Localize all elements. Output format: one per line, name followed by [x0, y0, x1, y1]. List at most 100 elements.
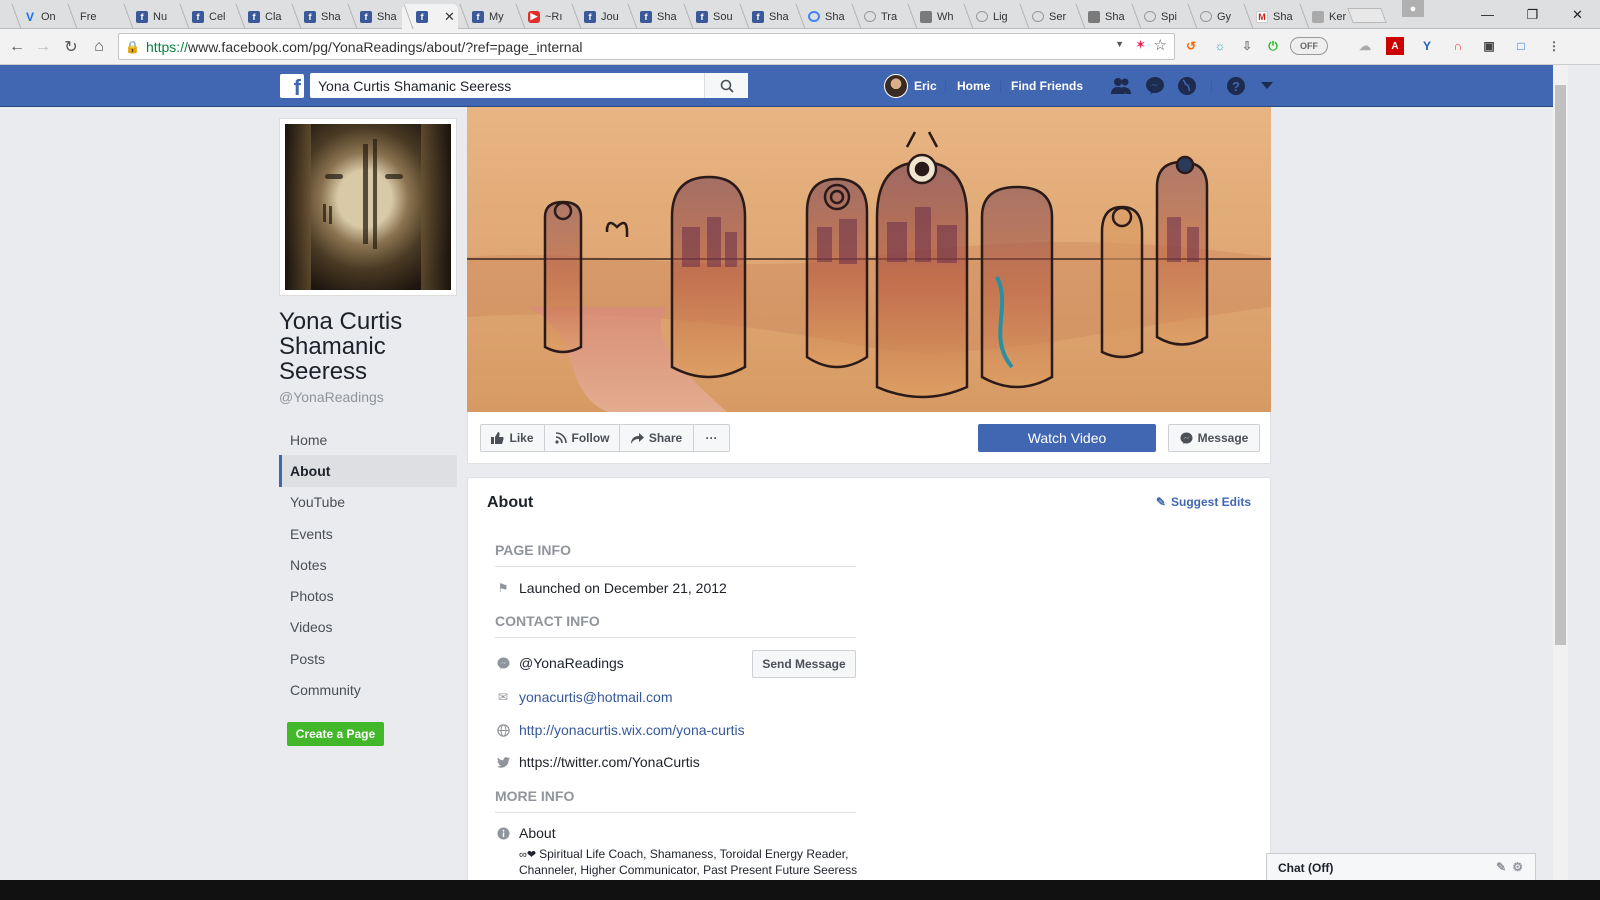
sidebar-item-community[interactable]: Community — [279, 674, 457, 705]
cast-icon[interactable]: ▣ — [1480, 37, 1498, 55]
browser-tab[interactable]: f Cel — [178, 4, 234, 29]
restore-button[interactable]: ❐ — [1510, 0, 1555, 29]
email-row: ✉ yonacurtis@hotmail.com — [495, 689, 673, 705]
browser-tab[interactable]: f Sou — [682, 4, 738, 29]
messenger-icon[interactable] — [1144, 76, 1166, 96]
tab-favicon-icon: f — [640, 10, 652, 23]
minimize-button[interactable]: — — [1465, 0, 1510, 29]
nav-home-link[interactable]: Home — [957, 65, 990, 107]
tab-favicon-icon: f — [584, 10, 596, 23]
browser-tab[interactable]: f Sha — [626, 4, 682, 29]
nav-find-friends-link[interactable]: Find Friends — [1011, 65, 1083, 107]
browser-tab[interactable]: Ker — [1298, 4, 1354, 29]
new-tab-button[interactable] — [1347, 8, 1387, 23]
browser-tab[interactable]: M Sha — [1242, 4, 1298, 29]
sidebar-item-youtube[interactable]: YouTube — [279, 487, 457, 518]
page-title[interactable]: Yona Curtis Shamanic Seeress — [279, 309, 459, 384]
cover-photo[interactable] — [467, 107, 1271, 412]
extension-orange-icon[interactable]: ↺ — [1182, 37, 1200, 55]
browser-tab[interactable]: f Sha — [738, 4, 794, 29]
forward-icon[interactable]: → — [33, 37, 53, 57]
facebook-logo-icon[interactable]: f — [280, 74, 304, 99]
suggest-edits-label: Suggest Edits — [1170, 495, 1251, 509]
browser-tab[interactable]: f Sha — [346, 4, 402, 29]
extension-y-icon[interactable]: Y — [1418, 37, 1436, 55]
url-scheme: https:// — [145, 38, 188, 55]
scrollbar-thumb[interactable] — [1555, 85, 1566, 645]
help-icon[interactable]: ? — [1225, 76, 1247, 96]
chat-sidebar-tab[interactable]: Chat (Off) ✎ ⚙ — [1266, 853, 1536, 881]
extension-square-icon[interactable]: □ — [1512, 37, 1530, 55]
browser-tab[interactable]: Lig — [962, 4, 1018, 29]
browser-tab[interactable]: f Cla — [234, 4, 290, 29]
close-window-button[interactable]: ✕ — [1555, 0, 1600, 29]
browser-tab[interactable]: Sha — [1074, 4, 1130, 29]
sidebar-item-notes[interactable]: Notes — [279, 549, 457, 580]
tab-title: My — [489, 10, 504, 23]
bookmark-star-icon[interactable]: ☆ — [1154, 36, 1167, 54]
sidebar-item-videos[interactable]: Videos — [279, 612, 457, 643]
sidebar-item-home[interactable]: Home — [279, 424, 457, 455]
website-link[interactable]: http://yonacurtis.wix.com/yona-curtis — [519, 722, 745, 738]
browser-tab[interactable]: Spi — [1130, 4, 1186, 29]
address-bar[interactable]: 🔒 https://www.facebook.com/pg/YonaReadin… — [118, 33, 1175, 60]
new-message-icon[interactable]: ✎ — [1496, 860, 1506, 874]
page-scrollbar[interactable] — [1553, 65, 1568, 900]
account-menu-chevron-down-icon[interactable] — [1256, 76, 1278, 96]
twitter-link[interactable]: https://twitter.com/YonaCurtis — [519, 754, 700, 770]
friend-requests-icon[interactable] — [1110, 76, 1132, 96]
sidebar-item-events[interactable]: Events — [279, 518, 457, 549]
send-message-button[interactable]: Send Message — [752, 650, 856, 678]
browser-tab[interactable]: Fre — [66, 4, 122, 29]
sidebar-item-posts[interactable]: Posts — [279, 643, 457, 674]
sidebar-item-about[interactable]: About — [279, 455, 457, 487]
browser-tab[interactable]: Wh — [906, 4, 962, 29]
browser-tab[interactable]: f ✕ — [402, 4, 458, 29]
email-link[interactable]: yonacurtis@hotmail.com — [519, 689, 673, 705]
browser-tab[interactable]: Tra — [850, 4, 906, 29]
browser-tab[interactable]: Ser — [1018, 4, 1074, 29]
share-arrow-icon — [630, 432, 644, 444]
download-icon[interactable]: ⇩ — [1238, 37, 1256, 55]
page-profile-picture[interactable] — [279, 118, 457, 296]
thumbs-up-icon — [491, 432, 505, 444]
browser-tab[interactable]: f My — [458, 4, 514, 29]
browser-tab[interactable]: ▶ ~Rı — [514, 4, 570, 29]
search-button[interactable] — [704, 73, 748, 98]
suggest-edits-link[interactable]: ✎ Suggest Edits — [1156, 495, 1251, 509]
tab-title: Sha — [657, 10, 677, 23]
browser-tab[interactable]: f Jou — [570, 4, 626, 29]
message-button[interactable]: Message — [1168, 424, 1260, 452]
create-page-button[interactable]: Create a Page — [287, 722, 384, 746]
dropdown-arrow-icon[interactable]: ▼ — [1115, 39, 1124, 49]
like-button[interactable]: Like — [480, 424, 545, 452]
back-icon[interactable]: ← — [7, 37, 27, 57]
browser-profile-icon[interactable]: ● — [1402, 0, 1424, 17]
power-icon[interactable]: ⏻ — [1264, 37, 1282, 55]
extension-pin-icon[interactable]: ✶ — [1135, 37, 1146, 53]
magnet-icon[interactable]: ∩ — [1449, 37, 1467, 55]
browser-tab[interactable]: f Nu — [122, 4, 178, 29]
tab-title: Sha — [1273, 10, 1293, 23]
watch-video-button[interactable]: Watch Video — [978, 424, 1156, 452]
menu-icon[interactable]: ⋮ — [1545, 37, 1563, 55]
browser-tab[interactable]: V On — [10, 4, 66, 29]
share-button[interactable]: Share — [619, 424, 694, 452]
search-input[interactable] — [310, 74, 704, 97]
follow-button[interactable]: Follow — [544, 424, 620, 452]
profile-link[interactable]: Eric — [884, 65, 937, 107]
toggle-off-switch[interactable]: OFF — [1290, 37, 1328, 55]
browser-tab[interactable]: f Sha — [290, 4, 346, 29]
gear-icon[interactable]: ⚙ — [1512, 860, 1523, 874]
reload-icon[interactable]: ↻ — [61, 37, 81, 57]
browser-tab[interactable]: Gy — [1186, 4, 1242, 29]
headphones-icon[interactable]: ☼ — [1211, 37, 1229, 55]
pdf-icon[interactable]: A — [1386, 37, 1404, 55]
cloud-icon[interactable]: ☁ — [1356, 37, 1374, 55]
sidebar-item-photos[interactable]: Photos — [279, 580, 457, 611]
tab-close-icon[interactable]: ✕ — [444, 9, 455, 25]
home-icon[interactable]: ⌂ — [89, 37, 109, 57]
browser-tab[interactable]: Sha — [794, 4, 850, 29]
more-options-button[interactable]: ··· — [693, 424, 730, 452]
notifications-globe-icon[interactable] — [1176, 76, 1198, 96]
